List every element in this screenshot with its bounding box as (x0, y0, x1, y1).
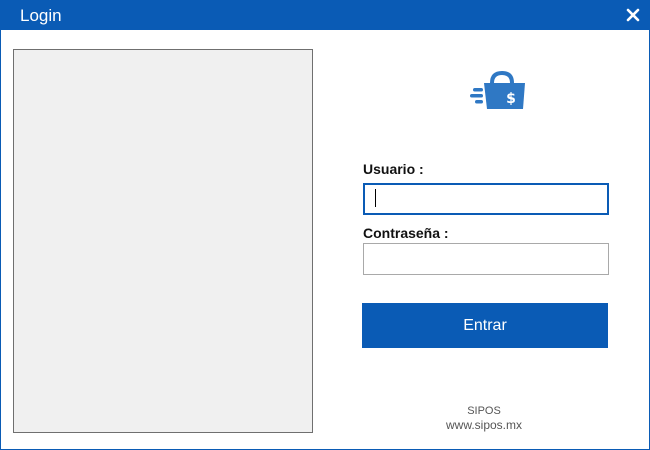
username-label: Usuario : (363, 161, 424, 177)
close-button[interactable] (623, 5, 643, 25)
footer-website: www.sipos.mx (445, 418, 522, 432)
image-panel (13, 49, 313, 433)
close-icon (626, 8, 640, 22)
password-field[interactable] (363, 243, 609, 275)
username-field[interactable] (363, 183, 609, 215)
window-title: Login (20, 6, 62, 25)
password-label: Contraseña : (363, 225, 449, 241)
enter-button[interactable]: Entrar (362, 303, 608, 348)
shopping-bag-dollar-icon: $ (470, 70, 525, 109)
title-bar[interactable]: Login (1, 1, 649, 30)
login-window: Login $ Usuario : Contraseña : Entrar SI… (0, 0, 650, 450)
logo: $ (469, 67, 527, 113)
svg-text:$: $ (506, 91, 516, 107)
text-caret (375, 189, 376, 207)
footer-brand: SIPOS (467, 405, 501, 417)
